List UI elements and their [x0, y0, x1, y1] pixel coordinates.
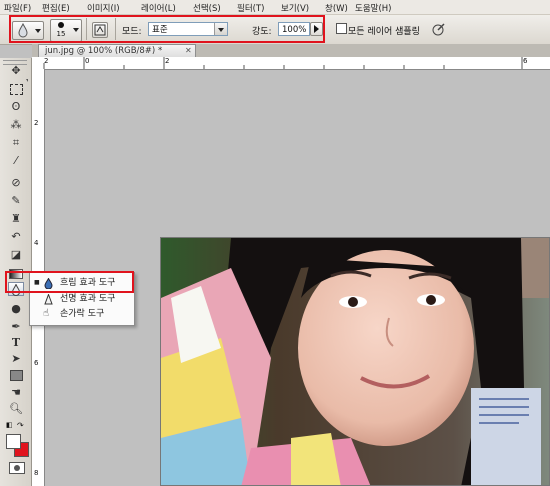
flyout-item-smudge[interactable]: ☝ 손가락 도구 [30, 307, 134, 321]
sample-all-checkbox[interactable] [336, 23, 347, 34]
ruler-h-label: 2 [44, 57, 49, 65]
menu-edit[interactable]: 편집(E) [42, 2, 70, 14]
eraser-tool-icon[interactable]: ◪ [8, 248, 24, 262]
smudge-finger-icon: ☝ [43, 308, 50, 319]
document-tab[interactable]: jun.jpg @ 100% (RGB/8#) * ✕ [38, 44, 196, 57]
path-selection-tool-icon[interactable]: ➤ [8, 352, 24, 366]
clone-stamp-tool-icon[interactable]: ♜ [8, 212, 24, 226]
horizontal-ruler: 2 0 2 6 [32, 57, 550, 70]
swap-colors-icon[interactable]: ↷ [17, 421, 24, 430]
menu-help[interactable]: 도움말(H) [355, 2, 391, 14]
menu-layer[interactable]: 레이어(L) [141, 2, 176, 14]
tool-group-indicator [26, 79, 28, 82]
ruler-h-label: 0 [85, 57, 90, 65]
zoom-tool-icon[interactable]: 🔍︎ [8, 402, 24, 416]
close-icon[interactable]: ✕ [185, 45, 192, 57]
eyedropper-tool-icon[interactable]: ⁄ [8, 154, 24, 168]
document-tab-bar: jun.jpg @ 100% (RGB/8#) * ✕ [32, 44, 550, 57]
ruler-v-label: 8 [34, 469, 39, 477]
foreground-color-swatch[interactable] [6, 434, 21, 449]
menu-image[interactable]: 이미지(I) [87, 2, 120, 14]
ruler-h-label: 2 [165, 57, 170, 65]
crop-tool-icon[interactable]: ⌗ [8, 136, 24, 150]
marquee-tool-icon[interactable] [8, 82, 24, 96]
move-tool-icon[interactable]: ✥ [8, 64, 24, 78]
quick-mask-icon[interactable] [9, 462, 25, 474]
lasso-tool-icon[interactable]: ʘ [8, 100, 24, 114]
flyout-item-label: 선명 효과 도구 [60, 294, 116, 304]
shape-tool-icon[interactable] [8, 368, 24, 382]
flyout-item-label: 손가락 도구 [60, 309, 105, 319]
portrait-photo [161, 238, 549, 485]
magic-wand-tool-icon[interactable]: ⁂ [8, 118, 24, 132]
ruler-ticks [43, 57, 523, 69]
dodge-tool-icon[interactable]: ● [8, 302, 24, 316]
document-tab-title: jun.jpg @ 100% (RGB/8#) * [45, 46, 163, 56]
sample-all-label: 모든 레이어 샘플링 [348, 27, 420, 37]
type-tool-icon[interactable]: T [8, 336, 24, 350]
flyout-item-sharpen[interactable]: 선명 효과 도구 [30, 292, 134, 306]
brush-tool-icon[interactable]: ✎ [8, 194, 24, 208]
menu-bar: 파일(F) 편집(E) 이미지(I) 레이어(L) 선택(S) 필터(T) 보기… [0, 0, 550, 15]
sharpen-triangle-icon [44, 294, 53, 305]
ruler-v-label: 4 [34, 239, 39, 247]
highlight-box-blur-tool [5, 271, 134, 293]
default-colors-icon[interactable]: ◧ [6, 421, 13, 429]
pressure-pen-icon[interactable] [432, 22, 446, 36]
menu-window[interactable]: 창(W) [325, 2, 348, 14]
menu-view[interactable]: 보기(V) [281, 2, 309, 14]
healing-brush-tool-icon[interactable]: ⊘ [8, 176, 24, 190]
menu-select[interactable]: 선택(S) [193, 2, 221, 14]
ruler-v-label: 2 [34, 119, 39, 127]
ruler-v-label: 6 [34, 359, 39, 367]
pen-tool-icon[interactable]: ✒ [8, 320, 24, 334]
ruler-h-label: 6 [523, 57, 528, 65]
highlight-box-options [9, 15, 325, 43]
menu-filter[interactable]: 필터(T) [237, 2, 264, 14]
document-image[interactable] [160, 237, 550, 486]
menu-file[interactable]: 파일(F) [4, 2, 31, 14]
history-brush-tool-icon[interactable]: ↶ [8, 230, 24, 244]
hand-tool-icon[interactable]: ☚ [8, 386, 24, 400]
